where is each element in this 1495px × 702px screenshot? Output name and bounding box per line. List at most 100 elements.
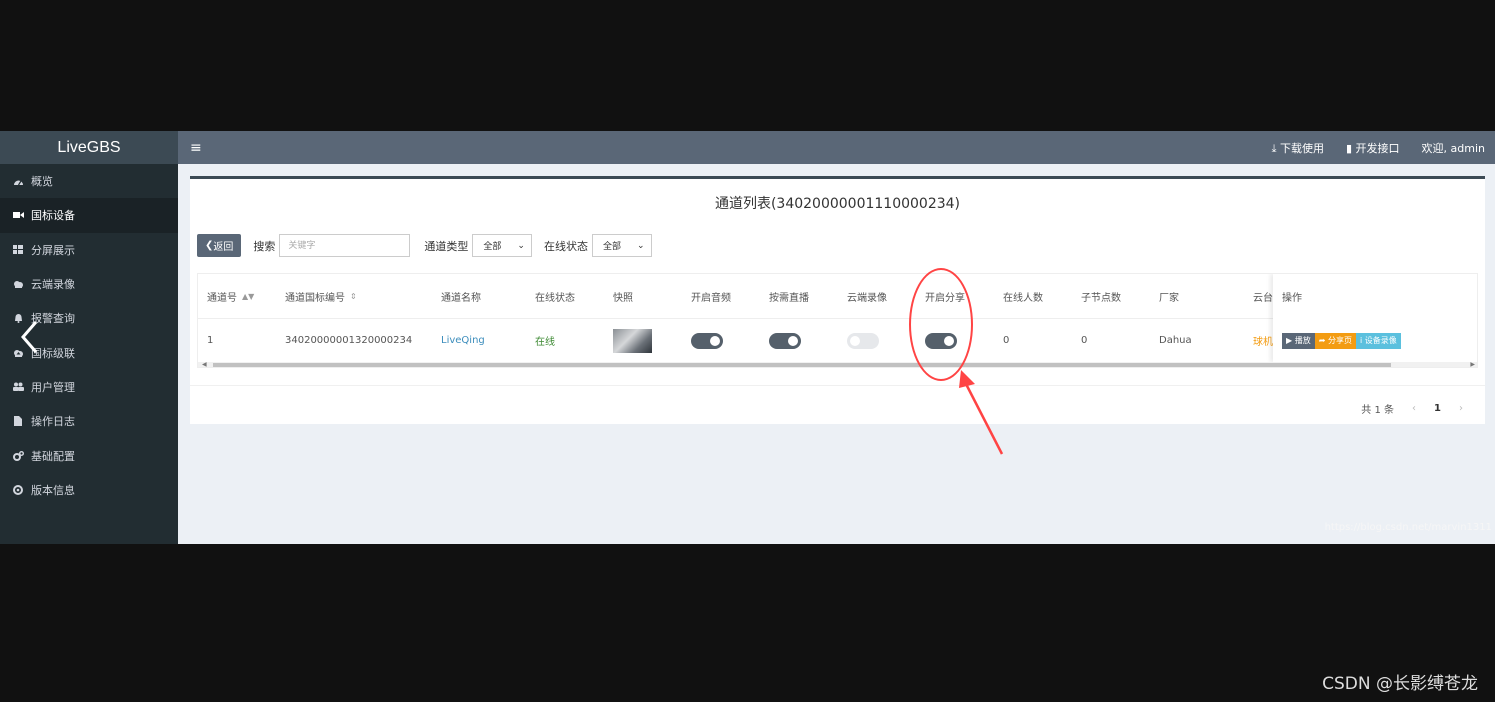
header-cloud-record: 云端录像 bbox=[847, 292, 887, 304]
pager-prev-icon[interactable]: ‹ bbox=[1412, 403, 1416, 414]
chevron-down-icon: ⌄ bbox=[636, 240, 645, 251]
users-icon bbox=[12, 381, 24, 393]
sidebar-item-label: 用户管理 bbox=[31, 380, 75, 394]
horizontal-scrollbar[interactable]: ◀ ▶ bbox=[198, 361, 1477, 367]
api-link[interactable]: ▮ 开发接口 bbox=[1346, 140, 1400, 156]
share-page-button[interactable]: ➦ 分享页 bbox=[1314, 332, 1356, 349]
header-name: 通道名称 bbox=[441, 292, 481, 304]
grid-icon bbox=[12, 244, 24, 256]
cell-sub-nodes: 0 bbox=[1081, 335, 1088, 346]
sort-icon: ⇕ bbox=[350, 291, 357, 301]
status-badge: 在线 bbox=[535, 337, 555, 348]
search-label: 搜索 bbox=[253, 239, 276, 253]
page-title: 通道列表(34020000001110000234) bbox=[714, 196, 961, 212]
cell-actions: ▶ 播放 ➦ 分享页 i 设备录像 bbox=[1282, 319, 1401, 362]
online-status-select[interactable]: 全部 ⌄ bbox=[591, 234, 652, 257]
scrollbar-thumb[interactable] bbox=[213, 363, 1391, 367]
cell-ptz: 球机 bbox=[1253, 337, 1273, 348]
sort-icon: ▲▼ bbox=[242, 291, 255, 301]
sidebar-item-label: 分屏展示 bbox=[31, 243, 75, 257]
sidebar-item-cloud-record[interactable]: 云端录像 bbox=[0, 267, 178, 301]
header-online-count: 在线人数 bbox=[1003, 292, 1043, 304]
snapshot-thumbnail[interactable] bbox=[613, 328, 652, 353]
video-camera-icon bbox=[12, 209, 24, 221]
welcome-user[interactable]: 欢迎, admin bbox=[1422, 140, 1485, 156]
cell-channel-no: 1 bbox=[207, 335, 214, 346]
cell-snapshot bbox=[613, 319, 652, 362]
sidebar-item-gb-devices[interactable]: 国标设备 bbox=[0, 198, 178, 233]
channel-type-label: 通道类型 bbox=[424, 239, 469, 253]
sidebar-item-version-info[interactable]: 版本信息 bbox=[0, 473, 178, 507]
chevron-left-icon: ❮ bbox=[205, 240, 214, 251]
header-ptz: 云台 bbox=[1253, 292, 1273, 304]
header-audio: 开启音频 bbox=[691, 292, 731, 304]
header-label: 通道号 bbox=[207, 292, 237, 304]
sidebar-item-label: 概览 bbox=[31, 175, 53, 189]
scroll-left-icon[interactable]: ◀ bbox=[202, 361, 207, 367]
cloud-icon bbox=[12, 278, 24, 290]
api-label: 开发接口 bbox=[1355, 141, 1400, 155]
cell-cloud-record bbox=[847, 319, 879, 362]
header-snapshot: 快照 bbox=[613, 292, 633, 304]
cell-audio bbox=[691, 319, 723, 362]
header-actions: 操作 bbox=[1282, 293, 1302, 304]
annotation-ellipse bbox=[909, 268, 973, 381]
audio-toggle[interactable] bbox=[691, 332, 723, 349]
header-vendor: 厂家 bbox=[1159, 292, 1179, 304]
sidebar-item-overview[interactable]: 概览 bbox=[0, 164, 178, 198]
pager-current-page[interactable]: 1 bbox=[1434, 403, 1441, 414]
channel-name-link[interactable]: LiveQing bbox=[441, 319, 485, 362]
sidebar-item-operation-log[interactable]: 操作日志 bbox=[0, 404, 178, 438]
pager-next-icon[interactable]: › bbox=[1459, 403, 1463, 414]
channel-type-value: 全部 bbox=[483, 242, 502, 252]
online-status-label: 在线状态 bbox=[543, 239, 588, 253]
header-gb-id[interactable]: 通道国标编号 ⇕ bbox=[285, 274, 357, 318]
header-on-demand: 按需直播 bbox=[769, 292, 809, 304]
device-record-button[interactable]: i 设备录像 bbox=[1355, 332, 1401, 349]
share-icon: ➦ bbox=[1318, 336, 1328, 345]
chevron-left-icon[interactable] bbox=[18, 318, 42, 356]
blog-watermark: https://blog.csdn.net/marvin1311 bbox=[1324, 522, 1492, 533]
back-button[interactable]: ❮ 返回 bbox=[197, 234, 242, 257]
topbar-right: ⤓ 下载使用 ▮ 开发接口 欢迎, admin bbox=[1272, 140, 1495, 156]
channel-type-select[interactable]: 全部 ⌄ bbox=[472, 234, 532, 257]
cell-online-count: 0 bbox=[1003, 335, 1010, 346]
app-logo[interactable]: LiveGBS bbox=[0, 131, 178, 164]
actions-column: 操作 ▶ 播放 ➦ 分享页 i 设备录像 bbox=[1273, 274, 1477, 362]
download-link[interactable]: ⤓ 下载使用 bbox=[1272, 140, 1324, 156]
play-button[interactable]: ▶ 播放 bbox=[1282, 332, 1315, 349]
share-page-button-label: 分享页 bbox=[1327, 336, 1352, 345]
header-label: 通道国标编号 bbox=[285, 292, 345, 304]
device-record-button-label: 设备录像 bbox=[1364, 336, 1397, 345]
top-navbar: ≡ ⤓ 下载使用 ▮ 开发接口 欢迎, admin bbox=[178, 131, 1495, 164]
info-circle-icon bbox=[12, 484, 24, 496]
cell-on-demand bbox=[769, 319, 801, 362]
annotation-arrow-icon bbox=[959, 370, 1004, 455]
cell-vendor: Dahua bbox=[1159, 335, 1192, 346]
gears-icon bbox=[12, 450, 24, 462]
filter-toolbar: ❮返回 搜索 通道类型 全部 ⌄ 在线状态 全部 ⌄ bbox=[197, 234, 664, 257]
online-status-value: 全部 bbox=[602, 242, 621, 252]
back-button-label: 返回 bbox=[213, 242, 234, 253]
on-demand-toggle[interactable] bbox=[769, 332, 801, 349]
sidebar-item-label: 国标设备 bbox=[31, 209, 75, 223]
header-status: 在线状态 bbox=[535, 292, 575, 304]
sidebar-item-basic-config[interactable]: 基础配置 bbox=[0, 438, 178, 472]
sidebar-item-user-management[interactable]: 用户管理 bbox=[0, 370, 178, 404]
channel-list-panel: 通道列表(34020000001110000234) ❮返回 搜索 通道类型 全… bbox=[190, 176, 1485, 424]
search-input[interactable] bbox=[279, 234, 411, 257]
cell-gb-id: 34020000001320000234 bbox=[285, 335, 413, 346]
hamburger-icon[interactable]: ≡ bbox=[190, 140, 202, 156]
csdn-watermark: CSDN @长影缚苍龙 bbox=[1322, 674, 1478, 694]
play-icon: ▶ bbox=[1286, 336, 1295, 345]
chevron-down-icon: ⌄ bbox=[517, 240, 525, 251]
header-channel-no[interactable]: 通道号 ▲▼ bbox=[207, 274, 254, 318]
book-icon: ▮ bbox=[1345, 141, 1356, 155]
cloud-record-toggle[interactable] bbox=[847, 332, 879, 349]
file-icon bbox=[12, 415, 24, 427]
header-sub-nodes: 子节点数 bbox=[1081, 292, 1121, 304]
sidebar-item-label: 操作日志 bbox=[31, 415, 75, 429]
sidebar-item-label: 版本信息 bbox=[31, 483, 75, 497]
scroll-right-icon[interactable]: ▶ bbox=[1470, 361, 1475, 367]
sidebar-item-split-screen[interactable]: 分屏展示 bbox=[0, 233, 178, 267]
